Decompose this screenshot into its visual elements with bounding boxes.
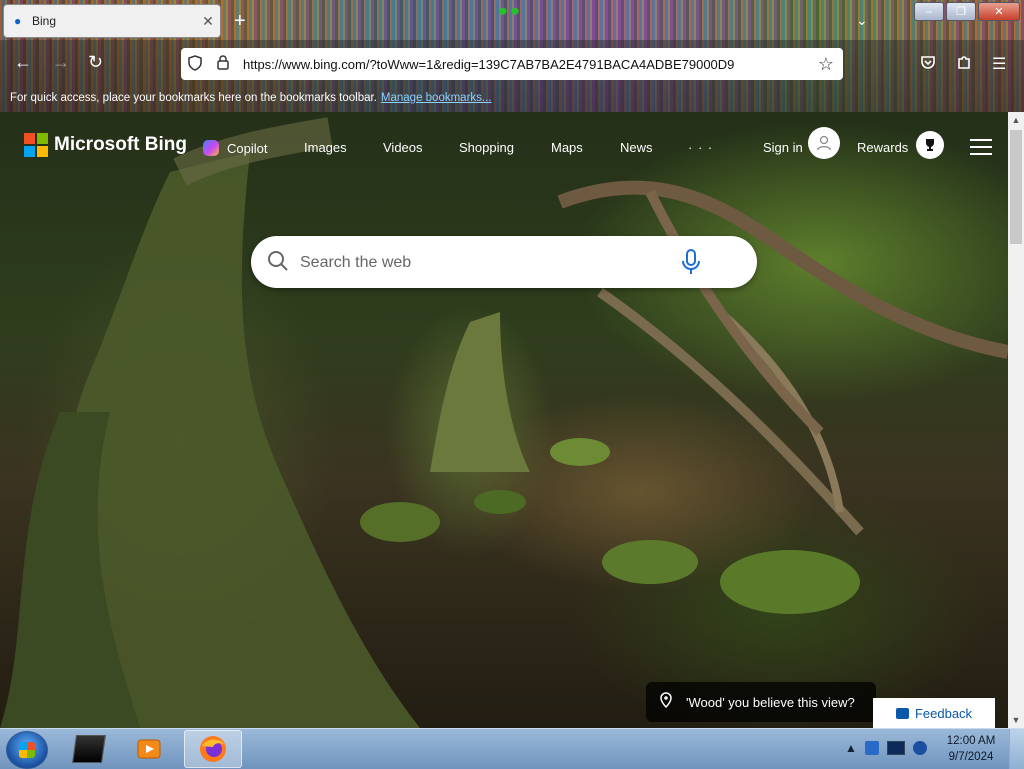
microsoft-bing-logo[interactable]: Microsoft Bing (24, 133, 187, 157)
feedback-icon (895, 707, 909, 719)
tab-bing[interactable]: ● Bing ✕ (3, 4, 221, 38)
scroll-up-arrow-icon[interactable]: ▲ (1008, 112, 1024, 128)
reload-icon[interactable]: ↻ (88, 52, 103, 73)
system-tray: ▲ (845, 741, 927, 755)
scroll-down-arrow-icon[interactable]: ▼ (1008, 712, 1024, 728)
bookmarks-hint-text: For quick access, place your bookmarks h… (10, 92, 377, 104)
back-arrow-icon[interactable]: ← (14, 52, 32, 73)
nav-maps[interactable]: Maps (551, 140, 583, 155)
tray-app-icon[interactable] (864, 741, 879, 755)
page-scrollbar[interactable]: ▲ ▼ (1008, 112, 1024, 728)
windows-taskbar: ▲ 12:00 AM 9/7/2024 (0, 728, 1024, 769)
background-forest-image (0, 117, 1008, 728)
show-desktop-button[interactable] (1009, 729, 1024, 769)
browser-chrome: ● Bing ✕ + ⌄ – ❐ ✕ ← → ↻ https://www.bin… (0, 0, 1024, 112)
scrollbar-thumb[interactable] (1010, 130, 1022, 244)
address-bar[interactable]: https://www.bing.com/?toWww=1&redig=139C… (181, 48, 843, 80)
nav-copilot[interactable]: Copilot (203, 140, 267, 156)
bookmarks-toolbar-hint: For quick access, place your bookmarks h… (10, 92, 492, 104)
feedback-label: Feedback (914, 705, 973, 721)
feedback-button[interactable]: Feedback (873, 698, 995, 728)
pocket-icon[interactable] (920, 54, 936, 75)
search-favicon-icon: ● (14, 14, 22, 28)
image-caption[interactable]: 'Wood' you believe this view? (646, 682, 876, 722)
microphone-icon[interactable] (679, 248, 703, 276)
show-hidden-icons-arrow-icon[interactable]: ▲ (845, 741, 857, 755)
minimize-button[interactable]: – (914, 2, 944, 21)
bookmark-star-icon[interactable]: ☆ (809, 54, 843, 75)
microsoft-logo-icon (24, 133, 48, 157)
rewards-trophy-icon[interactable] (916, 131, 944, 159)
hamburger-menu-icon[interactable] (970, 139, 992, 160)
rewards-link[interactable]: Rewards (857, 140, 908, 155)
tab-title: Bing (32, 14, 57, 28)
clock-date: 9/7/2024 (948, 751, 994, 763)
nav-more-button[interactable]: · · · (688, 140, 713, 155)
nav-videos[interactable]: Videos (383, 140, 423, 155)
search-box[interactable] (251, 236, 757, 288)
close-window-button[interactable]: ✕ (978, 2, 1020, 21)
taskbar-media-player-icon[interactable] (120, 730, 178, 768)
lock-icon[interactable] (209, 55, 237, 73)
search-icon (268, 251, 288, 271)
start-button[interactable] (6, 731, 48, 769)
app-menu-icon[interactable]: ☰ (992, 54, 1006, 74)
new-tab-button[interactable]: + (234, 10, 246, 33)
bing-homepage: Microsoft Bing Copilot Images Videos Sho… (0, 112, 1008, 728)
search-input[interactable] (298, 246, 682, 280)
list-all-tabs-chevron-icon[interactable]: ⌄ (856, 12, 868, 29)
taskbar-firefox-icon[interactable] (184, 730, 242, 768)
user-avatar-icon[interactable] (808, 127, 840, 159)
taskbar-clock[interactable]: 12:00 AM 9/7/2024 (936, 733, 1006, 765)
nav-shopping[interactable]: Shopping (459, 140, 514, 155)
tab-close-icon[interactable]: ✕ (196, 13, 220, 30)
clock-time: 12:00 AM (946, 735, 996, 747)
nav-images[interactable]: Images (304, 140, 347, 155)
forward-arrow-icon[interactable]: → (52, 52, 70, 73)
location-pin-icon (646, 692, 686, 712)
url-text[interactable]: https://www.bing.com/?toWww=1&redig=139C… (237, 57, 809, 72)
taskbar-app-window-icon[interactable] (60, 730, 118, 768)
tracking-shield-icon[interactable] (181, 54, 209, 74)
window-controls: – ❐ ✕ (914, 2, 1020, 21)
manage-bookmarks-link[interactable]: Manage bookmarks... (381, 92, 492, 104)
caption-text: 'Wood' you believe this view? (686, 694, 855, 710)
monitor-icon[interactable] (886, 741, 905, 755)
bing-header: Microsoft Bing Copilot Images Videos Sho… (0, 112, 1008, 182)
network-icon[interactable] (912, 741, 927, 755)
copilot-icon (203, 140, 219, 156)
nav-news[interactable]: News (620, 140, 653, 155)
top-decoration (494, 4, 524, 16)
sign-in-link[interactable]: Sign in (763, 140, 803, 155)
restore-button[interactable]: ❐ (946, 2, 976, 21)
brand-name: Microsoft Bing (54, 134, 187, 155)
extensions-icon[interactable] (956, 54, 972, 75)
